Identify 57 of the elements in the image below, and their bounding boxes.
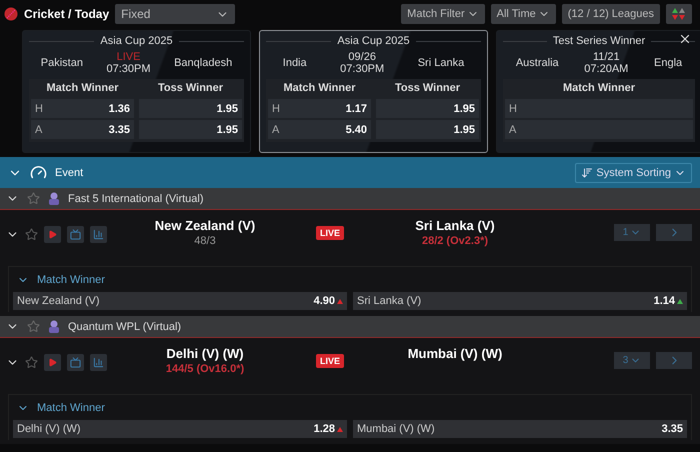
market-title: Match Winner <box>282 81 356 96</box>
filter-dropdown[interactable]: Match Filter <box>401 4 485 24</box>
market-title: Match Winner <box>37 274 105 286</box>
odds-button[interactable]: 1.95 <box>376 99 479 118</box>
live-status: LIVE <box>116 51 140 63</box>
match-card[interactable]: Asia Cup 2025 Pakistan LIVE 07:30PM Banqladesh Match Winner H 1.36 A 3.35 Toss Winner 1.95 1.95 <box>22 30 251 153</box>
live-badge: LIVE <box>316 226 344 240</box>
odds-button[interactable]: A 5.40 <box>268 120 371 139</box>
away-team: Engla <box>654 57 682 69</box>
away-team: Banqladesh <box>174 57 232 69</box>
match-time: 07:30PM <box>340 63 384 75</box>
odds-button[interactable]: H 1.36 <box>31 99 134 118</box>
odds-button[interactable]: 1.95 <box>376 120 479 139</box>
market-title: Match Winner <box>37 402 105 414</box>
team-name: Sri Lanka (V) <box>415 218 495 233</box>
card-title: Test Series Winner <box>552 35 646 47</box>
leagues-button[interactable]: (12 / 12) Leagues <box>562 4 660 24</box>
home-team: Pakistan <box>40 57 83 69</box>
filter-dropdown[interactable]: All Time <box>490 4 556 24</box>
match-time: 07:20AM <box>584 63 628 75</box>
outcome-button[interactable]: New Zealand (V) 4.90 <box>13 292 347 310</box>
outcome-button[interactable]: Delhi (V) (W) 1.28 <box>13 420 347 438</box>
odds-button[interactable]: H <box>505 99 693 118</box>
away-team: Sri Lanka <box>418 57 464 69</box>
page-title: Cricket / Today <box>24 7 110 21</box>
outcome-button[interactable]: Mumbai (V) (W) 3.35 <box>353 420 687 438</box>
home-team: Australia <box>516 57 559 69</box>
match-time: 07:30PM <box>106 63 151 75</box>
odds-button[interactable]: H 1.17 <box>268 99 371 118</box>
home-team: India <box>282 57 307 69</box>
odds-button[interactable]: A 3.35 <box>31 120 134 139</box>
odds-button[interactable]: 1.95 <box>139 120 242 139</box>
odds-button[interactable]: A <box>505 120 693 139</box>
team-name: New Zealand (V) <box>154 218 256 233</box>
team-score: 144/5 (Ov16.0*) <box>166 363 244 375</box>
market-title: Match Winner <box>45 81 120 96</box>
odds-button[interactable]: 1.95 <box>139 99 242 118</box>
market-title: Toss Winner <box>156 81 224 96</box>
league-name: Quantum WPL (Virtual) <box>68 320 182 332</box>
team-name: Delhi (V) (W) <box>166 346 244 361</box>
odds-type-select[interactable]: Fixed <box>115 4 236 24</box>
card-title: Asia Cup 2025 <box>337 35 410 47</box>
league-name: Fast 5 International (Virtual) <box>68 192 204 204</box>
team-score: 48/3 <box>194 235 216 247</box>
match-date: 09/26 <box>348 51 376 63</box>
match-card[interactable]: Asia Cup 2025 India 09/26 07:30PM Sri Lanka Match Winner H 1.17 A 5.40 Toss Winner 1.95 1.95 <box>259 30 488 153</box>
match-card[interactable]: Test Series Winner Australia 11/21 07:20AM Engla Match Winner H A <box>496 30 700 153</box>
market-title: Match Winner <box>562 81 636 96</box>
market-title: Toss Winner <box>394 81 462 96</box>
team-name: Mumbai (V) (W) <box>408 346 502 361</box>
sorting-dropdown[interactable]: System Sorting <box>575 162 692 182</box>
match-date: 11/21 <box>592 51 620 63</box>
outcome-button[interactable]: Sri Lanka (V) 1.14 <box>353 292 687 310</box>
live-badge: LIVE <box>316 354 344 368</box>
team-score: 28/2 (Ov2.3*) <box>422 235 488 247</box>
card-title: Asia Cup 2025 <box>100 35 173 47</box>
section-title: Event <box>55 166 84 178</box>
